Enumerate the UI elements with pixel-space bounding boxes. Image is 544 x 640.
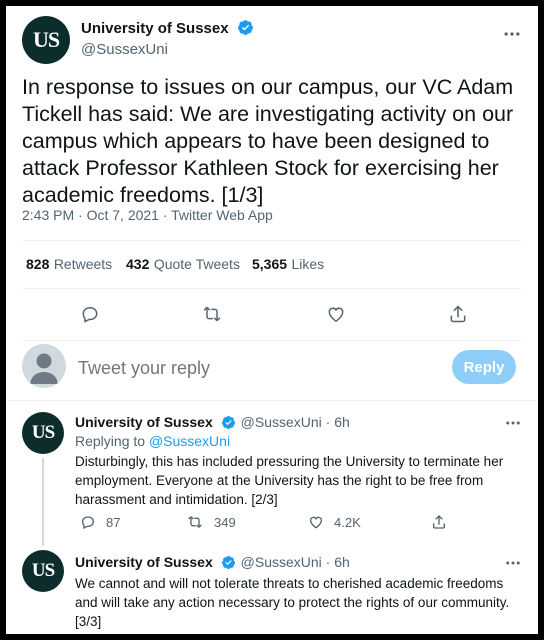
quotes-stat[interactable]: 432 Quote Tweets	[126, 256, 240, 274]
reply-input[interactable]	[76, 353, 380, 383]
tweet-window: US University of Sussex @SussexUni In re…	[6, 6, 538, 634]
reply-author-name[interactable]: University of Sussex	[75, 414, 213, 430]
reply-avatar[interactable]: US	[22, 550, 64, 592]
like-action[interactable]: 4.2K	[308, 514, 361, 530]
divider	[6, 400, 538, 401]
divider	[22, 340, 522, 341]
like-icon[interactable]	[318, 296, 354, 332]
share-icon[interactable]	[440, 296, 476, 332]
like-count: 4.2K	[334, 514, 361, 530]
verified-icon	[221, 555, 236, 575]
more-options-icon[interactable]	[502, 24, 522, 49]
tweet-text: In response to issues on our campus, our…	[22, 75, 514, 207]
author-name-row: University of Sussex	[81, 19, 254, 41]
like-icon	[310, 516, 322, 529]
replying-to: Replying to @SussexUni	[75, 433, 230, 449]
quotes-count: 432	[126, 256, 150, 272]
share-action[interactable]	[431, 514, 447, 530]
likes-stat[interactable]: 5,365 Likes	[252, 256, 324, 274]
replying-to-label: Replying to	[75, 433, 146, 449]
user-avatar	[22, 344, 66, 388]
reply-action[interactable]: 87	[80, 514, 120, 530]
divider	[22, 288, 522, 289]
retweets-count: 828	[26, 256, 50, 272]
more-options-icon[interactable]	[504, 414, 522, 437]
author-name[interactable]: University of Sussex	[81, 20, 229, 37]
reply-header: University of Sussex @SussexUni · 6h	[75, 414, 350, 435]
retweet-icon[interactable]	[194, 296, 230, 332]
likes-label: Likes	[291, 256, 325, 272]
share-icon	[433, 515, 445, 529]
retweets-stat[interactable]: 828 Retweets	[26, 256, 112, 274]
verified-icon	[221, 415, 236, 435]
replying-to-handle[interactable]: @SussexUni	[149, 433, 230, 449]
retweet-icon	[188, 516, 202, 528]
divider	[22, 240, 522, 241]
tweet-timestamp[interactable]: 2:43 PM · Oct 7, 2021 · Twitter Web App	[22, 207, 273, 223]
reply-text: We cannot and will not tolerate threats …	[75, 576, 510, 629]
reply-icon[interactable]	[72, 296, 108, 332]
verified-icon	[237, 19, 254, 41]
retweets-label: Retweets	[53, 256, 113, 272]
thread-line	[42, 458, 44, 546]
retweet-count: 349	[214, 514, 236, 530]
retweet-action[interactable]: 349	[186, 514, 236, 530]
reply-header: University of Sussex @SussexUni · 6h	[75, 554, 350, 575]
reply-handle-time: @SussexUni · 6h	[240, 554, 350, 570]
reply-button[interactable]: Reply	[452, 350, 516, 384]
author-avatar[interactable]: US	[22, 16, 70, 64]
reply-handle-time: @SussexUni · 6h	[240, 414, 350, 430]
reply-author-name[interactable]: University of Sussex	[75, 554, 213, 570]
author-handle[interactable]: @SussexUni	[81, 41, 168, 58]
reply-count: 87	[106, 514, 121, 530]
reply-icon	[81, 516, 95, 530]
likes-count: 5,365	[252, 256, 288, 272]
reply-avatar[interactable]: US	[22, 412, 64, 454]
reply-text: Disturbingly, this has included pressuri…	[75, 454, 504, 507]
quotes-label: Quote Tweets	[153, 256, 240, 272]
